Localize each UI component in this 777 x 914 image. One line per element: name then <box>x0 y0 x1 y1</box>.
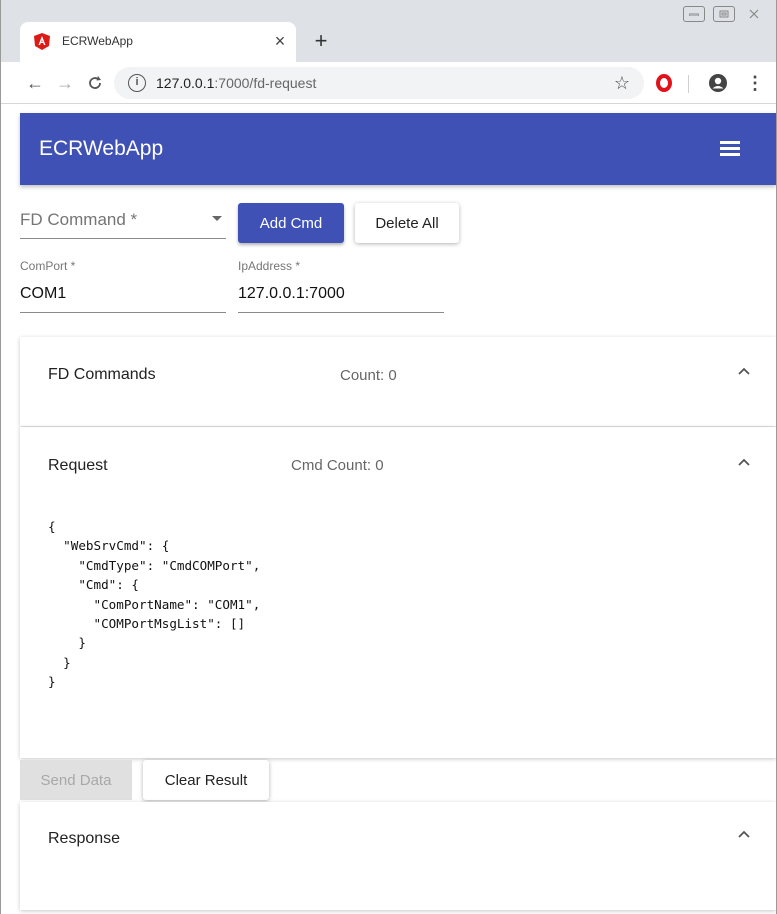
profile-icon[interactable] <box>708 73 728 93</box>
ipaddress-field[interactable]: IpAddress * 127.0.0.1:7000 <box>238 259 444 313</box>
add-cmd-button[interactable]: Add Cmd <box>238 203 344 243</box>
chevron-up-icon[interactable] <box>738 367 750 375</box>
fd-commands-panel[interactable]: FD Commands Count: 0 <box>20 337 776 426</box>
request-title: Request <box>48 457 108 474</box>
tab-close-icon[interactable]: × <box>268 29 292 53</box>
comport-label: ComPort * <box>20 259 76 273</box>
browser-toolbar: ← → i 127.0.0.1:7000/fd-request ☆ ⋮ <box>0 62 777 104</box>
back-icon[interactable]: ← <box>22 70 48 96</box>
window-controls <box>680 4 774 24</box>
request-cmd-count: Cmd Count: 0 <box>291 457 384 474</box>
ipaddress-label: IpAddress * <box>238 259 301 273</box>
chevron-up-icon[interactable] <box>738 458 750 466</box>
url-path: :7000/fd-request <box>214 75 317 91</box>
fd-commands-count: Count: 0 <box>340 367 397 384</box>
response-panel[interactable]: Response <box>20 802 776 910</box>
toolbar-divider <box>688 75 689 93</box>
request-json: { "WebSrvCmd": { "CmdType": "CmdCOMPort"… <box>48 519 261 690</box>
clear-result-button[interactable]: Clear Result <box>143 760 269 800</box>
angular-favicon-icon <box>34 33 50 50</box>
hamburger-menu-icon[interactable] <box>720 141 744 159</box>
reload-icon[interactable] <box>82 70 108 96</box>
chevron-up-icon[interactable] <box>738 830 750 838</box>
new-tab-icon[interactable]: + <box>308 28 334 54</box>
fd-command-select[interactable]: FD Command * <box>20 205 226 239</box>
comport-value[interactable]: COM1 <box>20 285 66 303</box>
fd-commands-title: FD Commands <box>48 366 156 383</box>
browser-tabstrip: ECRWebApp × + <box>0 0 777 62</box>
maximize-icon[interactable] <box>710 4 738 24</box>
browser-tab[interactable]: ECRWebApp × <box>20 22 296 62</box>
site-info-icon[interactable]: i <box>128 74 146 92</box>
opera-extension-icon[interactable] <box>656 74 672 92</box>
url-text[interactable]: 127.0.0.1:7000/fd-request <box>156 75 316 91</box>
address-bar[interactable]: i 127.0.0.1:7000/fd-request ☆ <box>114 67 644 99</box>
app-header: ECRWebApp <box>20 113 776 185</box>
bookmark-star-icon[interactable]: ☆ <box>610 71 634 95</box>
forward-icon[interactable]: → <box>52 70 78 96</box>
tab-title: ECRWebApp <box>62 34 133 48</box>
delete-all-button[interactable]: Delete All <box>355 203 459 243</box>
close-window-icon[interactable] <box>740 4 768 24</box>
response-title: Response <box>48 830 121 847</box>
request-panel[interactable]: Request Cmd Count: 0 { "WebSrvCmd": { "C… <box>20 427 776 758</box>
dropdown-arrow-icon <box>212 216 222 221</box>
ipaddress-value[interactable]: 127.0.0.1:7000 <box>238 285 345 303</box>
minimize-icon[interactable] <box>680 4 708 24</box>
browser-menu-icon[interactable]: ⋮ <box>746 72 764 94</box>
url-host: 127.0.0.1 <box>156 75 215 91</box>
comport-field[interactable]: ComPort * COM1 <box>20 259 226 313</box>
send-data-button[interactable]: Send Data <box>20 760 132 800</box>
app-title: ECRWebApp <box>39 137 164 160</box>
fd-command-placeholder: FD Command * <box>20 210 138 229</box>
